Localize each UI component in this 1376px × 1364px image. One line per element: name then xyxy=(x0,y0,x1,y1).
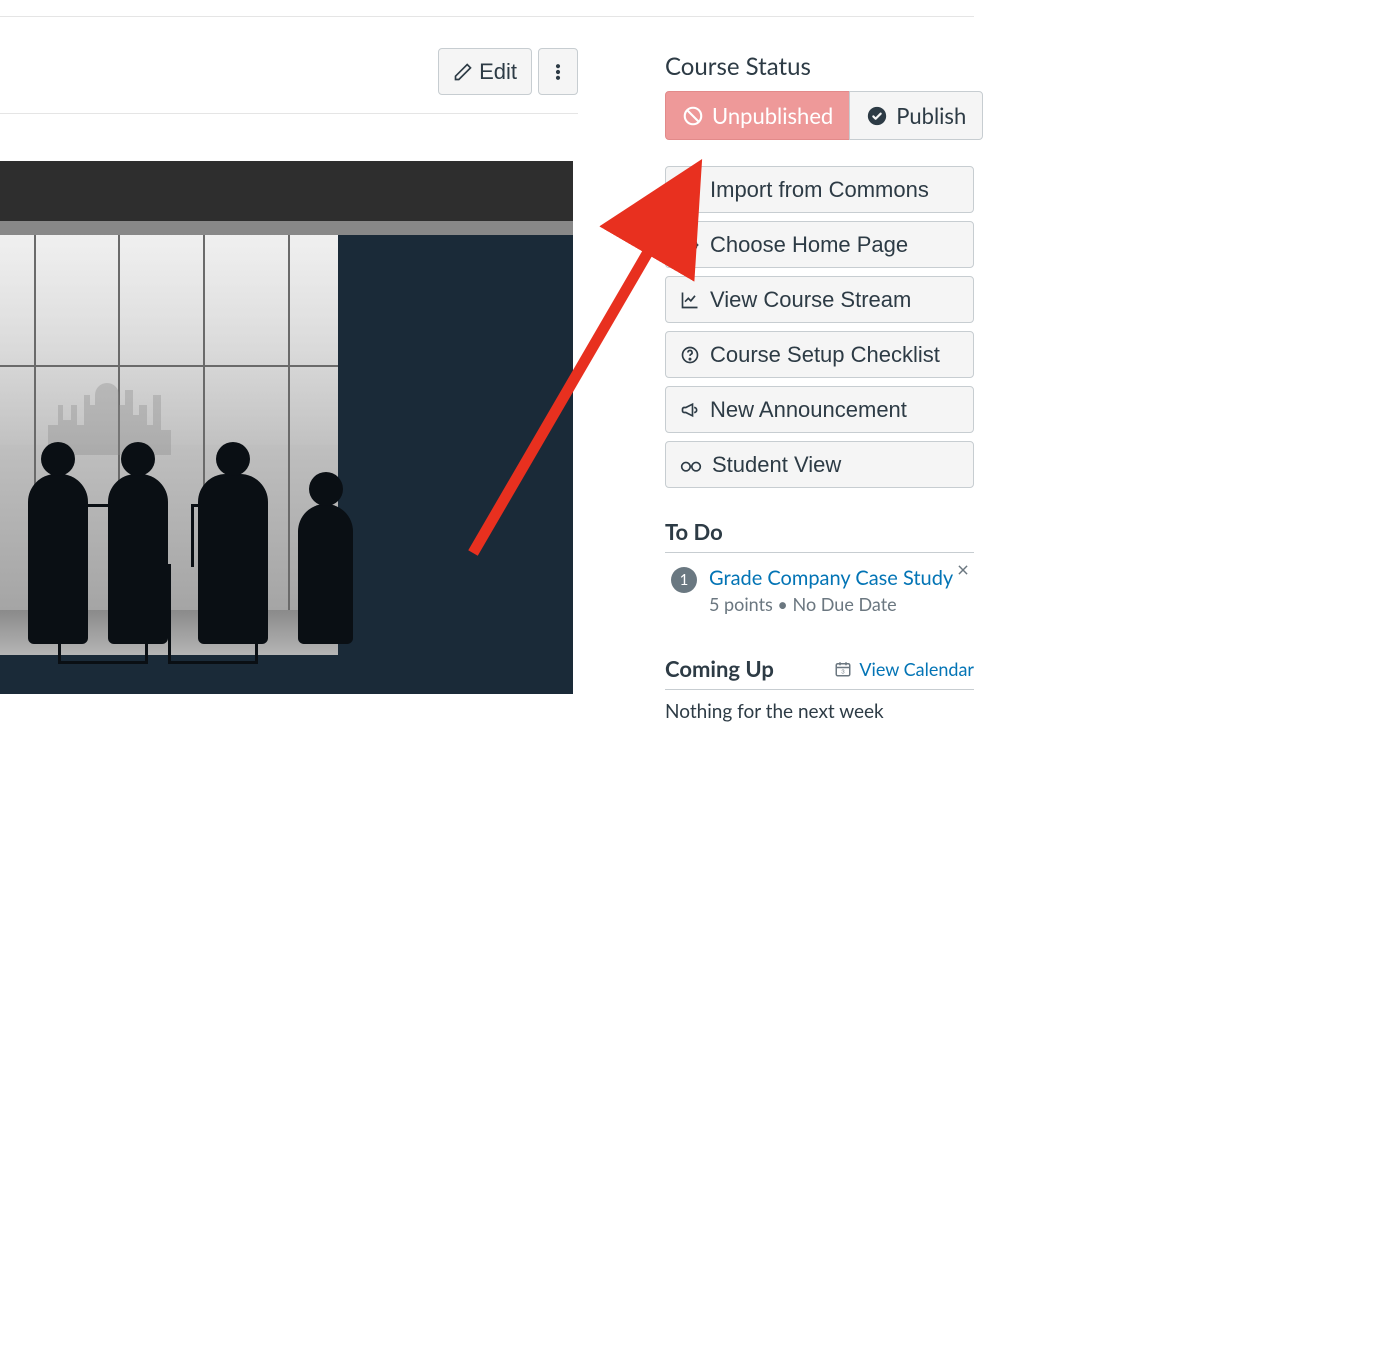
todo-heading: To Do xyxy=(665,518,974,553)
coming-up-heading: Coming Up xyxy=(665,655,774,682)
more-vertical-icon xyxy=(548,62,568,82)
side-btn-label: Import from Commons xyxy=(710,177,929,203)
commons-icon xyxy=(680,180,700,200)
ban-icon xyxy=(682,105,704,127)
todo-badge: 1 xyxy=(671,567,697,593)
view-calendar-label: View Calendar xyxy=(859,658,974,680)
todo-dismiss-button[interactable] xyxy=(956,563,970,577)
edit-label: Edit xyxy=(479,61,517,83)
target-icon xyxy=(680,235,700,255)
choose-home-page-button[interactable]: Choose Home Page xyxy=(665,221,974,268)
publish-label: Publish xyxy=(896,102,966,129)
unpublished-label: Unpublished xyxy=(712,102,833,129)
chart-icon xyxy=(680,290,700,310)
megaphone-icon xyxy=(680,400,700,420)
page-toolbar: Edit xyxy=(0,48,578,95)
todo-item: 1 Grade Company Case Study 5 points • No… xyxy=(665,553,974,615)
close-icon xyxy=(956,563,970,577)
edit-button[interactable]: Edit xyxy=(438,48,532,95)
todo-title-link[interactable]: Grade Company Case Study xyxy=(709,565,953,591)
calendar-icon: 3 xyxy=(834,660,852,678)
side-btn-label: Course Setup Checklist xyxy=(710,342,940,368)
new-announcement-button[interactable]: New Announcement xyxy=(665,386,974,433)
side-btn-label: New Announcement xyxy=(710,397,907,423)
svg-text:3: 3 xyxy=(842,668,846,675)
course-setup-checklist-button[interactable]: Course Setup Checklist xyxy=(665,331,974,378)
coming-up-empty: Nothing for the next week xyxy=(665,700,974,723)
side-btn-label: View Course Stream xyxy=(710,287,911,313)
view-calendar-link[interactable]: 3 View Calendar xyxy=(834,658,974,680)
course-status-heading: Course Status xyxy=(665,52,974,81)
help-circle-icon xyxy=(680,345,700,365)
course-hero-image xyxy=(0,161,573,694)
toolbar-divider xyxy=(0,113,578,114)
unpublished-button[interactable]: Unpublished xyxy=(665,91,850,140)
pencil-icon xyxy=(453,62,473,82)
student-view-button[interactable]: Student View xyxy=(665,441,974,488)
publish-button[interactable]: Publish xyxy=(849,91,983,140)
check-circle-icon xyxy=(866,105,888,127)
status-toggle: Unpublished Publish xyxy=(665,91,974,140)
more-options-button[interactable] xyxy=(538,48,578,95)
side-btn-label: Student View xyxy=(712,452,841,478)
side-btn-label: Choose Home Page xyxy=(710,232,908,258)
view-course-stream-button[interactable]: View Course Stream xyxy=(665,276,974,323)
import-from-commons-button[interactable]: Import from Commons xyxy=(665,166,974,213)
glasses-icon xyxy=(680,455,702,475)
todo-meta: 5 points • No Due Date xyxy=(709,593,953,615)
top-divider xyxy=(0,16,974,17)
